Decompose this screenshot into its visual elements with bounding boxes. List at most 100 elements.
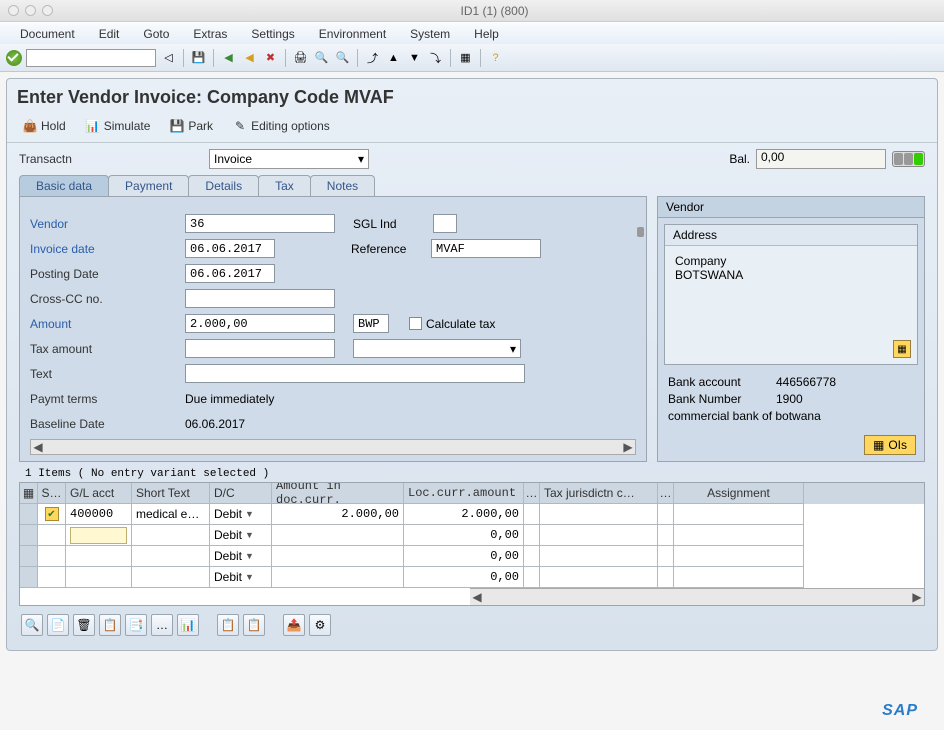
export-icon[interactable]: 📤 (283, 614, 305, 636)
find-icon[interactable]: 🔍 (313, 49, 330, 66)
hold-button[interactable]: 👜Hold (17, 118, 72, 134)
more-cell[interactable] (524, 504, 540, 525)
more-icon[interactable]: … (151, 614, 173, 636)
vendor-input[interactable] (185, 214, 335, 233)
menu-goto[interactable]: Goto (133, 25, 179, 43)
posting-date-input[interactable] (185, 264, 275, 283)
gl-account-cell[interactable] (66, 546, 132, 567)
crosscc-input[interactable] (185, 289, 335, 308)
amount-cell[interactable]: 2.000,00 (272, 504, 404, 525)
scroll-left-icon[interactable]: ◀ (470, 590, 484, 604)
amount-cell[interactable] (272, 567, 404, 588)
tax-cell[interactable] (540, 546, 658, 567)
row-selector[interactable] (20, 504, 38, 525)
sort-icon[interactable]: 📊 (177, 614, 199, 636)
amount-cell[interactable] (272, 525, 404, 546)
loc-amount-cell[interactable]: 0,00 (404, 525, 524, 546)
minimize-window-icon[interactable] (25, 5, 36, 16)
menu-environment[interactable]: Environment (309, 25, 396, 43)
row-selector[interactable] (20, 525, 38, 546)
duplicate-icon[interactable]: 📑 (125, 614, 147, 636)
menu-extras[interactable]: Extras (183, 25, 237, 43)
gl-account-cell[interactable]: 400000 (66, 504, 132, 525)
reference-input[interactable] (431, 239, 541, 258)
address-more-button[interactable]: ▦ (893, 340, 911, 358)
tax-cell[interactable] (540, 567, 658, 588)
more2-cell[interactable] (658, 546, 674, 567)
gl-account-cell[interactable] (66, 525, 132, 546)
menu-help[interactable]: Help (464, 25, 509, 43)
vendor-label[interactable]: Vendor (30, 217, 185, 231)
dc-cell[interactable]: Debit▼ (210, 525, 272, 546)
dc-cell[interactable]: Debit▼ (210, 567, 272, 588)
prev-page-icon[interactable]: ▲ (385, 49, 402, 66)
find-next-icon[interactable]: 🔍 (334, 49, 351, 66)
exit-icon[interactable]: ◀ (241, 49, 258, 66)
dc-cell[interactable]: Debit▼ (210, 546, 272, 567)
amount-cell[interactable] (272, 546, 404, 567)
simulate-button[interactable]: 📊Simulate (80, 118, 157, 134)
col-tax-jurisdiction[interactable]: Tax jurisdictn c… (540, 483, 658, 504)
more-cell[interactable] (524, 546, 540, 567)
short-text-cell[interactable] (132, 567, 210, 588)
gl-input[interactable] (70, 527, 127, 544)
menu-document[interactable]: Document (10, 25, 85, 43)
col-select-all[interactable]: ▦ (20, 483, 38, 504)
filter-icon[interactable]: 🔍 (21, 614, 43, 636)
menu-settings[interactable]: Settings (241, 25, 304, 43)
menu-edit[interactable]: Edit (89, 25, 130, 43)
transaction-select[interactable]: Invoice ▾ (209, 149, 369, 169)
new-session-icon[interactable]: ▦ (457, 49, 474, 66)
dc-cell[interactable]: Debit▼ (210, 504, 272, 525)
help-icon[interactable]: ? (487, 49, 504, 66)
assignment-cell[interactable] (674, 504, 804, 525)
print-icon[interactable]: 🖨 (292, 49, 309, 66)
text-input[interactable] (185, 364, 525, 383)
save-icon[interactable]: 💾 (190, 49, 207, 66)
tax-cell[interactable] (540, 504, 658, 525)
ok-icon[interactable] (6, 50, 22, 66)
last-page-icon[interactable]: ⤵ (427, 49, 444, 66)
tab-tax[interactable]: Tax (258, 175, 311, 196)
col-more2[interactable]: … (658, 483, 674, 504)
row-selector[interactable] (20, 546, 38, 567)
command-input[interactable] (26, 49, 156, 67)
short-text-cell[interactable] (132, 546, 210, 567)
col-more1[interactable]: … (524, 483, 540, 504)
gl-account-cell[interactable] (66, 567, 132, 588)
copy-row-icon[interactable]: 📋 (99, 614, 121, 636)
more2-cell[interactable] (658, 504, 674, 525)
col-amount[interactable]: Amount in doc.curr. (272, 483, 404, 504)
assignment-cell[interactable] (674, 525, 804, 546)
more-cell[interactable] (524, 525, 540, 546)
more2-cell[interactable] (658, 567, 674, 588)
open-items-button[interactable]: ▦ OIs (864, 435, 916, 455)
tab-details[interactable]: Details (188, 175, 259, 196)
close-window-icon[interactable] (8, 5, 19, 16)
col-dc[interactable]: D/C (210, 483, 272, 504)
assignment-cell[interactable] (674, 546, 804, 567)
scroll-right-icon[interactable]: ▶ (910, 590, 924, 604)
tab-basic-data[interactable]: Basic data (19, 175, 109, 196)
tax-cell[interactable] (540, 525, 658, 546)
delete-row-icon[interactable]: 🗑 (73, 614, 95, 636)
col-loc-amount[interactable]: Loc.curr.amount (404, 483, 524, 504)
invoice-date-input[interactable] (185, 239, 275, 258)
form-scroll-handle[interactable] (637, 227, 644, 237)
currency-input[interactable] (353, 314, 389, 333)
more2-cell[interactable] (658, 525, 674, 546)
scroll-right-icon[interactable]: ▶ (621, 440, 635, 454)
clipboard-copy-icon[interactable]: 📋 (217, 614, 239, 636)
amount-input[interactable] (185, 314, 335, 333)
loc-amount-cell[interactable]: 2.000,00 (404, 504, 524, 525)
loc-amount-cell[interactable]: 0,00 (404, 567, 524, 588)
more-cell[interactable] (524, 567, 540, 588)
zoom-window-icon[interactable] (42, 5, 53, 16)
invoice-date-label[interactable]: Invoice date (30, 242, 185, 256)
first-page-icon[interactable]: ⤴ (364, 49, 381, 66)
col-gl-account[interactable]: G/L acct (66, 483, 132, 504)
window-controls[interactable] (8, 5, 53, 16)
col-short-text[interactable]: Short Text (132, 483, 210, 504)
short-text-cell[interactable] (132, 525, 210, 546)
tax-amount-input[interactable] (185, 339, 335, 358)
